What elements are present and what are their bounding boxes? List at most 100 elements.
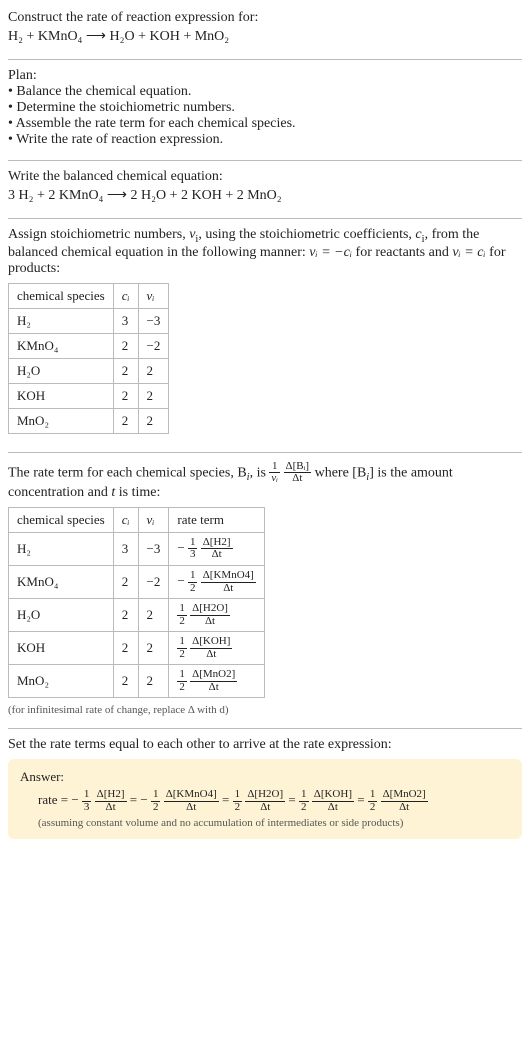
numerator: Δ[KOH] bbox=[190, 636, 232, 649]
assign-text: Assign stoichiometric numbers, νi, using… bbox=[8, 227, 522, 277]
col-header: chemical species bbox=[9, 283, 114, 308]
col-header: cᵢ bbox=[113, 283, 138, 308]
vi-header: νᵢ bbox=[147, 288, 155, 303]
cell: 2 bbox=[138, 383, 169, 408]
fraction: 13 bbox=[188, 537, 198, 561]
denominator: 2 bbox=[151, 802, 161, 814]
cell: 2 bbox=[138, 408, 169, 433]
cell: KOH bbox=[9, 383, 114, 408]
denominator: νᵢ bbox=[269, 473, 280, 485]
divider bbox=[8, 218, 522, 219]
list-item: Assemble the rate term for each chemical… bbox=[8, 116, 522, 132]
fraction: Δ[H2O]Δt bbox=[245, 789, 285, 813]
prompt-title: Construct the rate of reaction expressio… bbox=[8, 10, 522, 26]
prompt-equation: H₂ + KMnO₄ ⟶ H₂O + KOH + MnO₂ bbox=[8, 28, 522, 45]
col-header: νᵢ bbox=[138, 507, 169, 532]
plan-label: Plan: bbox=[8, 68, 522, 84]
denominator: 3 bbox=[82, 802, 92, 814]
rate-term-section: The rate term for each chemical species,… bbox=[8, 457, 522, 725]
numerator: 1 bbox=[177, 669, 187, 682]
answer-section: Set the rate terms equal to each other t… bbox=[8, 733, 522, 847]
cell: 2 bbox=[113, 383, 138, 408]
ci-header: cᵢ bbox=[122, 512, 130, 527]
text: where [B bbox=[315, 465, 367, 480]
fraction: Δ[KOH]Δt bbox=[190, 636, 232, 660]
numerator: 1 bbox=[188, 570, 198, 583]
cell: 2 bbox=[113, 333, 138, 358]
denominator: Δt bbox=[284, 473, 312, 485]
sign: − bbox=[140, 792, 147, 807]
equals: = bbox=[288, 792, 299, 807]
table-header-row: chemical species cᵢ νᵢ rate term bbox=[9, 507, 265, 532]
list-item: Balance the chemical equation. bbox=[8, 84, 522, 100]
numerator: Δ[MnO2] bbox=[190, 669, 237, 682]
fraction: 12 bbox=[177, 603, 187, 627]
cell: 2 bbox=[113, 632, 138, 665]
denominator: 2 bbox=[177, 682, 187, 694]
fraction: Δ[KOH]Δt bbox=[312, 789, 354, 813]
col-header: rate term bbox=[169, 507, 264, 532]
cell: 2 bbox=[113, 408, 138, 433]
fraction: 12 bbox=[233, 789, 243, 813]
rate-expression: rate = − 13 Δ[H2]Δt = − 12 Δ[KMnO4]Δt = … bbox=[38, 789, 510, 813]
cell: −3 bbox=[138, 308, 169, 333]
fraction: 12 bbox=[188, 570, 198, 594]
cell: 2 bbox=[113, 599, 138, 632]
answer-label: Answer: bbox=[20, 769, 510, 785]
rate-term-text: The rate term for each chemical species,… bbox=[8, 461, 522, 501]
fraction: Δ[MnO2]Δt bbox=[381, 789, 428, 813]
fraction: 13 bbox=[82, 789, 92, 813]
infinitesimal-note: (for infinitesimal rate of change, repla… bbox=[8, 704, 522, 716]
col-header: νᵢ bbox=[138, 283, 169, 308]
fraction: 1νᵢ bbox=[269, 461, 280, 485]
relation: νᵢ = −cᵢ bbox=[309, 245, 352, 260]
cell: KOH bbox=[9, 632, 114, 665]
col-header: cᵢ bbox=[113, 507, 138, 532]
vi-header: νᵢ bbox=[147, 512, 155, 527]
equals: = bbox=[357, 792, 368, 807]
equals: = bbox=[222, 792, 233, 807]
cell: 12 Δ[MnO2]Δt bbox=[169, 665, 264, 698]
denominator: Δt bbox=[190, 616, 230, 628]
plan-list: Balance the chemical equation. Determine… bbox=[8, 84, 522, 148]
table-row: H₂O 2 2 12 Δ[H2O]Δt bbox=[9, 599, 265, 632]
divider bbox=[8, 160, 522, 161]
denominator: 2 bbox=[188, 583, 198, 595]
cell: H₂O bbox=[9, 599, 114, 632]
plan-section: Plan: Balance the chemical equation. Det… bbox=[8, 64, 522, 156]
denominator: Δt bbox=[201, 549, 233, 561]
table-row: H₂3−3 bbox=[9, 308, 169, 333]
divider bbox=[8, 728, 522, 729]
denominator: 2 bbox=[233, 802, 243, 814]
cell: − 12 Δ[KMnO4]Δt bbox=[169, 565, 264, 598]
rate-term-table: chemical species cᵢ νᵢ rate term H₂ 3 −3… bbox=[8, 507, 265, 698]
cell: 2 bbox=[138, 665, 169, 698]
fraction: 12 bbox=[368, 789, 378, 813]
cell: 2 bbox=[113, 358, 138, 383]
cell: MnO₂ bbox=[9, 665, 114, 698]
sign: − bbox=[177, 540, 184, 555]
denominator: 2 bbox=[177, 616, 187, 628]
denominator: 2 bbox=[299, 802, 309, 814]
cell: − 13 Δ[H2]Δt bbox=[169, 532, 264, 565]
table-row: KOH 2 2 12 Δ[KOH]Δt bbox=[9, 632, 265, 665]
answer-box: Answer: rate = − 13 Δ[H2]Δt = − 12 Δ[KMn… bbox=[8, 759, 522, 839]
cell: H₂ bbox=[9, 532, 114, 565]
denominator: Δt bbox=[312, 802, 354, 814]
list-item: Determine the stoichiometric numbers. bbox=[8, 100, 522, 116]
fraction: Δ[H2]Δt bbox=[95, 789, 127, 813]
cell: KMnO₄ bbox=[9, 333, 114, 358]
equals: = bbox=[130, 792, 141, 807]
assume-note: (assuming constant volume and no accumul… bbox=[38, 817, 510, 829]
balanced-label: Write the balanced chemical equation: bbox=[8, 169, 522, 185]
fraction: Δ[Bᵢ]Δt bbox=[284, 461, 312, 485]
denominator: Δt bbox=[201, 583, 256, 595]
ci-header: cᵢ bbox=[122, 288, 130, 303]
text: is time: bbox=[115, 485, 160, 500]
denominator: 3 bbox=[188, 549, 198, 561]
fraction: 12 bbox=[177, 669, 187, 693]
fraction: Δ[H2]Δt bbox=[201, 537, 233, 561]
denominator: Δt bbox=[95, 802, 127, 814]
cell: 2 bbox=[113, 565, 138, 598]
text: The rate term for each chemical species,… bbox=[8, 465, 247, 480]
